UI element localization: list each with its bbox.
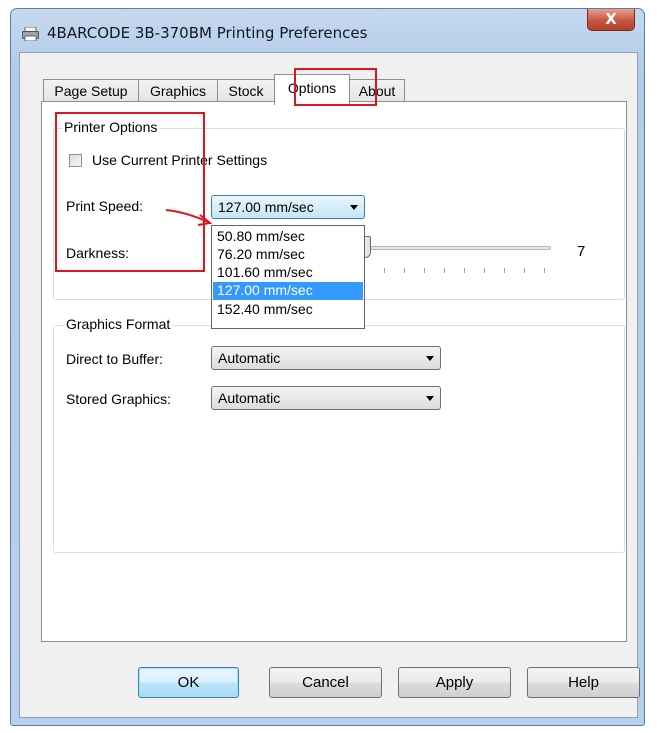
annotation-box-options-tab xyxy=(294,68,377,106)
direct-to-buffer-combo[interactable]: Automatic xyxy=(211,346,441,370)
stored-graphics-value: Automatic xyxy=(218,390,281,406)
chevron-down-icon xyxy=(350,205,358,210)
darkness-slider-track[interactable] xyxy=(365,246,551,250)
window-title: 4BARCODE 3B-370BM Printing Preferences xyxy=(47,24,368,42)
graphics-format-legend: Graphics Format xyxy=(64,316,173,332)
slider-tick xyxy=(524,268,525,273)
chevron-down-icon xyxy=(426,356,434,361)
annotation-arrow-icon xyxy=(165,209,213,226)
cancel-button[interactable]: Cancel xyxy=(269,667,382,698)
speed-option[interactable]: 101.60 mm/sec xyxy=(213,264,363,282)
darkness-value: 7 xyxy=(577,243,586,260)
direct-to-buffer-label: Direct to Buffer: xyxy=(66,351,164,367)
printer-icon xyxy=(22,27,39,41)
direct-to-buffer-value: Automatic xyxy=(218,350,281,366)
slider-tick xyxy=(384,268,385,273)
annotation-box-printer-options xyxy=(55,112,205,272)
speed-option-selected[interactable]: 127.00 mm/sec xyxy=(213,282,363,300)
close-button[interactable]: X xyxy=(587,9,635,31)
chevron-down-icon xyxy=(426,396,434,401)
slider-tick xyxy=(424,268,425,273)
slider-tick xyxy=(404,268,405,273)
close-icon: X xyxy=(605,10,617,28)
print-speed-dropdown-list[interactable]: 50.80 mm/sec 76.20 mm/sec 101.60 mm/sec … xyxy=(211,225,365,329)
print-speed-value: 127.00 mm/sec xyxy=(218,199,314,215)
title-bar[interactable]: 4BARCODE 3B-370BM Printing Preferences X xyxy=(11,9,644,53)
slider-tick xyxy=(444,268,445,273)
ok-button[interactable]: OK xyxy=(138,667,239,698)
help-button[interactable]: Help xyxy=(527,667,640,698)
speed-option[interactable]: 50.80 mm/sec xyxy=(213,228,363,246)
stored-graphics-combo[interactable]: Automatic xyxy=(211,386,441,410)
speed-option[interactable]: 76.20 mm/sec xyxy=(213,246,363,264)
speed-option[interactable]: 152.40 mm/sec xyxy=(213,301,363,319)
print-speed-combo[interactable]: 127.00 mm/sec xyxy=(211,195,365,219)
slider-tick xyxy=(544,268,545,273)
apply-button[interactable]: Apply xyxy=(398,667,511,698)
slider-tick xyxy=(484,268,485,273)
stored-graphics-label: Stored Graphics: xyxy=(66,391,172,407)
slider-tick xyxy=(504,268,505,273)
slider-tick xyxy=(464,268,465,273)
